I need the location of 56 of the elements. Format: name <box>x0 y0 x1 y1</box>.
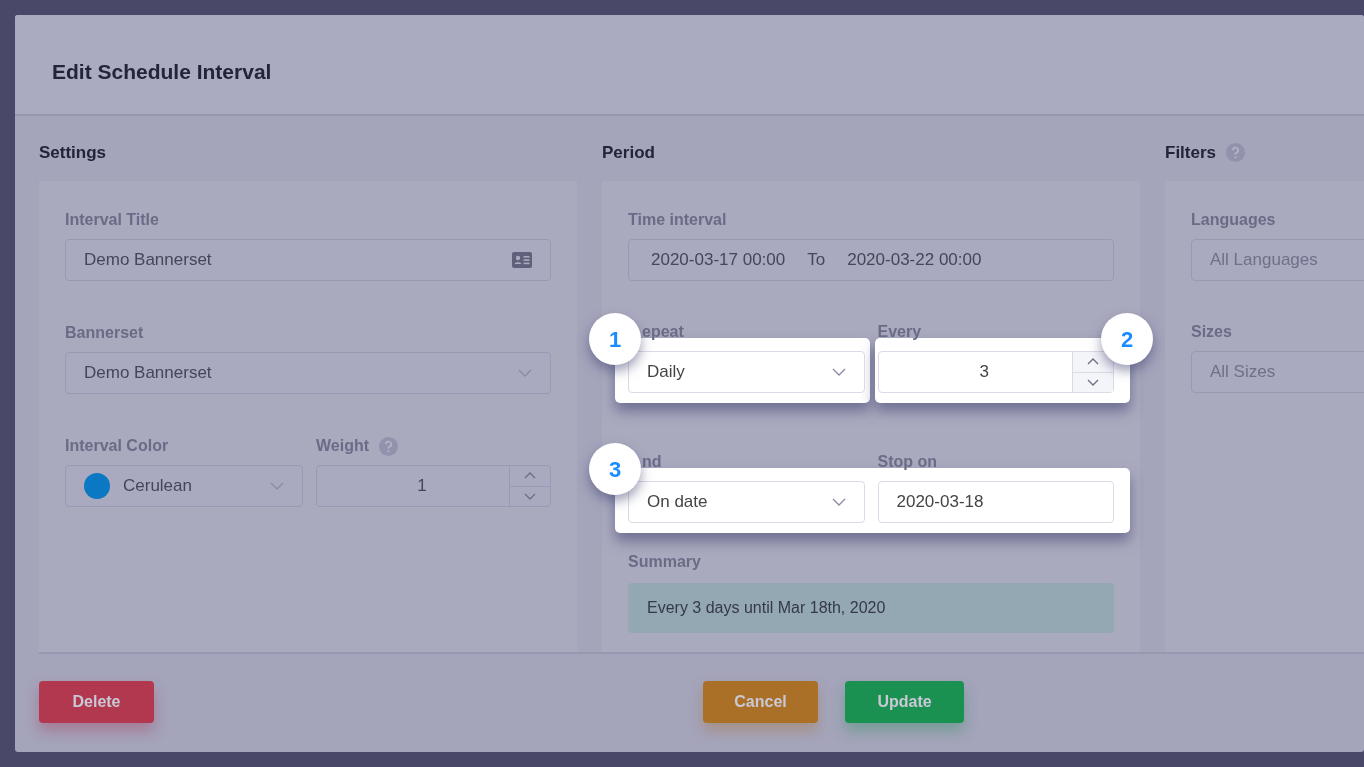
field-label: Every <box>877 322 923 342</box>
field-value: 1 <box>416 475 428 498</box>
step-number-badge: 3 <box>589 443 641 495</box>
help-icon[interactable] <box>1226 143 1246 162</box>
field-value: 2020-03-18 <box>896 491 985 514</box>
field-value: 2020-03-22 00:00 <box>847 249 982 272</box>
field-label: Stop on <box>877 452 939 472</box>
chevron-down-icon[interactable] <box>524 492 536 500</box>
chevron-down-icon <box>270 482 284 490</box>
field-label: Interval Color <box>65 436 170 456</box>
text-field[interactable]: 2020-03-18 <box>877 481 1114 523</box>
field-value: Cerulean <box>123 475 193 498</box>
select-field[interactable]: On date <box>628 481 865 523</box>
field-label: Sizes <box>1191 322 1233 342</box>
date-range-field[interactable]: 2020-03-17 00:00 To 2020-03-22 00:00 <box>628 239 1114 281</box>
field-value: Demo Bannerset <box>84 249 213 272</box>
field-label: Summary <box>628 552 702 572</box>
field-label: Languages <box>1191 210 1277 230</box>
cancel-button[interactable]: Cancel <box>703 681 818 723</box>
field-label: Time interval <box>628 210 728 230</box>
update-button[interactable]: Update <box>845 681 964 723</box>
field-value: To <box>807 249 826 272</box>
id-card-icon <box>512 252 532 268</box>
field-label: nd <box>641 452 663 472</box>
chevron-up-icon[interactable] <box>524 472 536 480</box>
field-label: Weight <box>316 436 370 456</box>
chevron-down-icon <box>518 369 532 377</box>
summary-message: Every 3 days until Mar 18th, 2020 <box>628 583 1114 633</box>
select-field[interactable]: Daily <box>628 351 865 393</box>
select-field[interactable]: All Languages <box>1191 239 1364 281</box>
text-field[interactable]: Demo Bannerset <box>65 239 551 281</box>
section-heading: Period <box>602 141 656 164</box>
section-heading: Filters <box>1165 141 1217 164</box>
field-value: Demo Bannerset <box>84 362 213 385</box>
select-field[interactable]: Demo Bannerset <box>65 352 551 394</box>
field-value: On date <box>647 491 709 514</box>
chevron-up-icon[interactable] <box>1087 358 1099 366</box>
select-field[interactable]: All Sizes <box>1191 351 1364 393</box>
dialog-title: Edit Schedule Interval <box>52 58 272 85</box>
field-label: Interval Title <box>65 210 160 230</box>
number-field[interactable]: 1 <box>316 465 551 507</box>
chevron-down-icon[interactable] <box>1087 378 1099 386</box>
chevron-down-icon <box>831 368 846 376</box>
section-heading: Settings <box>39 141 108 164</box>
color-select[interactable]: Cerulean <box>65 465 303 507</box>
field-value: Daily <box>647 361 686 384</box>
field-value: 3 <box>978 361 990 384</box>
step-number-badge: 1 <box>589 313 641 365</box>
field-label: epeat <box>641 322 685 342</box>
number-field[interactable]: 3 <box>877 351 1114 393</box>
step-number-badge: 2 <box>1101 313 1153 365</box>
field-value: 2020-03-17 00:00 <box>651 249 786 272</box>
help-icon[interactable] <box>379 436 399 456</box>
chevron-down-icon <box>831 498 846 506</box>
field-label: Bannerset <box>65 323 145 343</box>
delete-button[interactable]: Delete <box>39 681 154 723</box>
